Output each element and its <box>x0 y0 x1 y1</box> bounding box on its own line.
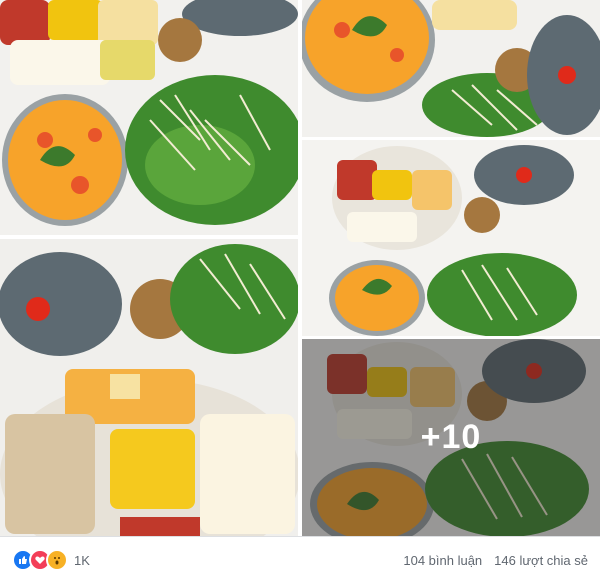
photo-5[interactable]: +10 <box>302 339 600 536</box>
photo-1-image <box>0 0 298 235</box>
post-stats: 104 bình luận 146 lượt chia sẻ <box>403 553 588 568</box>
photo-3-image <box>302 140 600 336</box>
more-photos-overlay[interactable]: +10 <box>302 339 600 536</box>
comments-count-link[interactable]: 104 bình luận <box>403 553 482 568</box>
reaction-count: 1K <box>74 552 90 568</box>
photo-4[interactable] <box>0 239 298 536</box>
photo-3[interactable] <box>302 140 600 336</box>
more-photos-count: +10 <box>420 418 482 456</box>
shares-count-link[interactable]: 146 lượt chia sẻ <box>494 553 588 568</box>
photo-1[interactable] <box>0 0 298 235</box>
photo-2-image <box>302 0 600 137</box>
photo-2[interactable] <box>302 0 600 137</box>
post-footer: 1K 104 bình luận 146 lượt chia sẻ <box>0 536 600 583</box>
facebook-post: +10 1K 104 bình luận 146 lượt chia sẻ <box>0 0 600 583</box>
reactions-summary[interactable]: 1K <box>12 549 90 571</box>
photo-4-image <box>0 239 298 536</box>
wow-face-icon <box>46 549 68 571</box>
